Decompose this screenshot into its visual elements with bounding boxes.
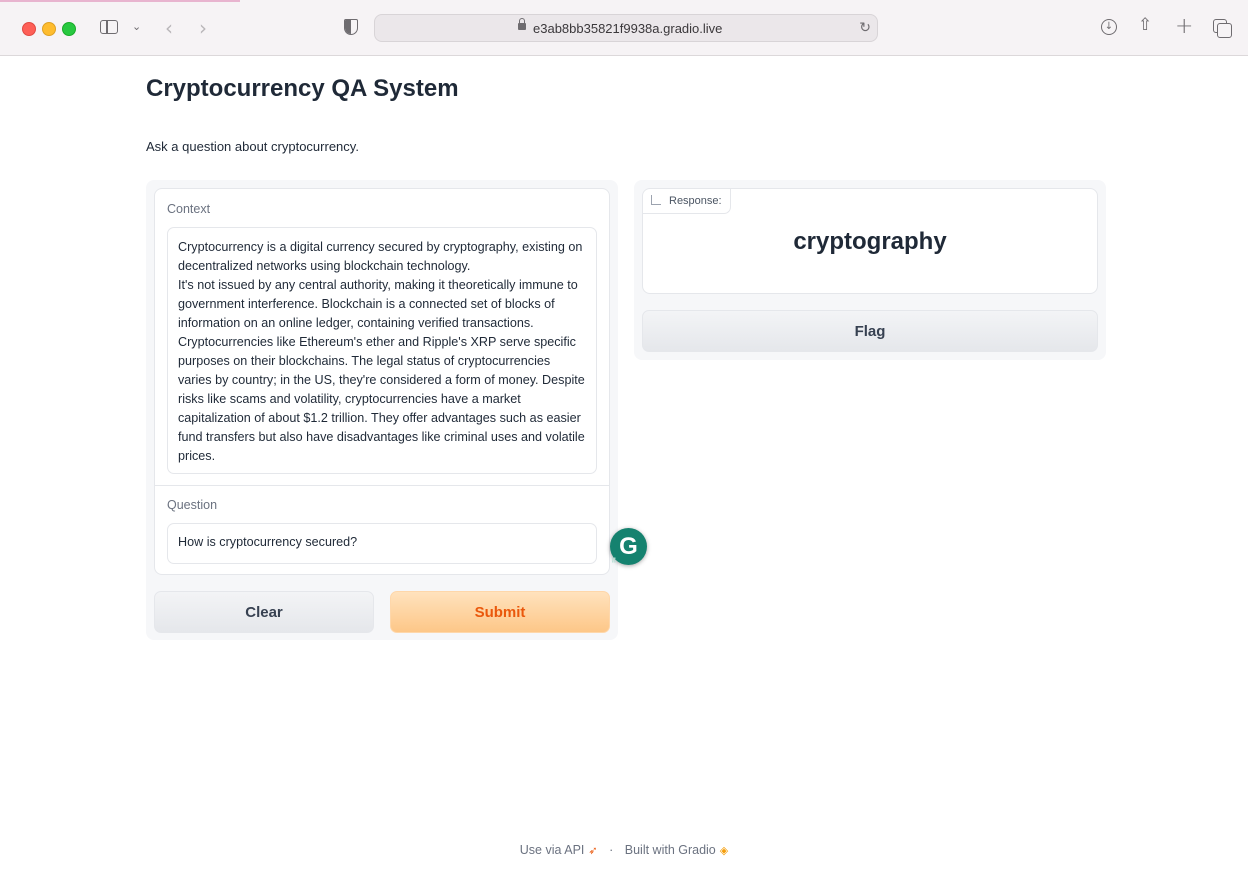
new-tab-icon[interactable]: + [1175,14,1193,39]
input-form: Context Cryptocurrency is a digital curr… [154,188,610,575]
download-icon[interactable]: ↓ [1101,19,1117,35]
url-text: e3ab8bb35821f9938a.gradio.live [533,21,723,36]
sidebar-icon[interactable] [100,20,118,34]
response-label: Response: [643,189,731,214]
address-bar[interactable]: e3ab8bb35821f9938a.gradio.live ↻ [374,14,878,42]
label-icon [651,195,661,205]
question-input[interactable]: How is cryptocurrency secured? [167,523,597,564]
page-description: Ask a question about cryptocurrency. [146,139,359,154]
response-label-text: Response: [669,195,722,207]
built-with-gradio-link[interactable]: Built with Gradio [625,843,716,857]
context-label: Context [167,202,211,216]
context-textarea[interactable]: Cryptocurrency is a digital currency sec… [167,227,597,474]
footer: Use via API ➶ · Built with Gradio ◈ [0,843,1248,857]
tab-overview-icon[interactable] [1213,19,1232,38]
close-window-button[interactable] [22,22,36,36]
flag-button[interactable]: Flag [642,310,1098,352]
question-label: Question [167,498,218,512]
chevron-down-icon[interactable]: ⌄ [132,20,141,33]
share-icon[interactable]: ⇧ [1138,15,1152,35]
grammarly-icon[interactable]: G ⠿ [610,528,647,565]
response-value: cryptography [793,228,947,255]
response-box: Response: cryptography [642,188,1098,294]
grammarly-handle-icon: ⠿ [611,558,617,565]
minimize-window-button[interactable] [42,22,56,36]
maximize-window-button[interactable] [62,22,76,36]
submit-button[interactable]: Submit [390,591,610,633]
tab-indicator [0,0,240,2]
rocket-icon: ➶ [588,845,598,857]
back-icon[interactable]: ‹ [165,16,173,40]
clear-button[interactable]: Clear [154,591,374,633]
page-title: Cryptocurrency QA System [146,75,459,102]
use-via-api-link[interactable]: Use via API [520,843,585,857]
footer-separator: · [609,843,614,857]
reload-icon[interactable]: ↻ [859,19,871,36]
gradio-logo-icon: ◈ [719,845,729,857]
browser-toolbar: ⌄ ‹ › e3ab8bb35821f9938a.gradio.live ↻ ↓… [0,0,1248,56]
shield-icon[interactable] [344,19,358,35]
forward-icon[interactable]: › [199,16,207,40]
divider [155,485,609,486]
lock-icon [518,18,526,30]
